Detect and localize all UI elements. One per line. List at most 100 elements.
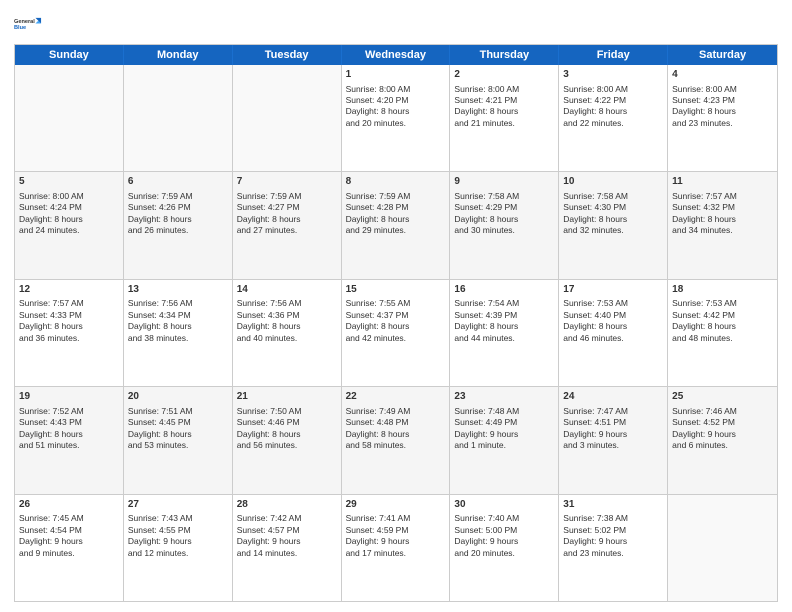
day-info-line: Sunset: 4:59 PM [346,525,446,536]
day-number: 25 [672,390,773,404]
day-info-line: Sunrise: 7:56 AM [237,298,337,309]
day-info-line: Daylight: 8 hours [19,214,119,225]
day-number: 8 [346,175,446,189]
day-info-line: Sunset: 4:30 PM [563,202,663,213]
day-number: 1 [346,68,446,82]
calendar-empty-cell [233,65,342,171]
calendar-day-cell: 19Sunrise: 7:52 AMSunset: 4:43 PMDayligh… [15,387,124,493]
day-number: 9 [454,175,554,189]
calendar-day-cell: 17Sunrise: 7:53 AMSunset: 4:40 PMDayligh… [559,280,668,386]
day-info-line: and 26 minutes. [128,225,228,236]
day-info-line: and 17 minutes. [346,548,446,559]
day-info-line: and 32 minutes. [563,225,663,236]
day-info-line: Sunrise: 7:51 AM [128,406,228,417]
day-number: 18 [672,283,773,297]
calendar-day-cell: 31Sunrise: 7:38 AMSunset: 5:02 PMDayligh… [559,495,668,601]
day-info-line: Sunrise: 7:38 AM [563,513,663,524]
day-info-line: Sunset: 4:22 PM [563,95,663,106]
day-info-line: Daylight: 8 hours [346,106,446,117]
day-info-line: Sunrise: 7:59 AM [128,191,228,202]
day-info-line: Sunrise: 8:00 AM [563,84,663,95]
calendar-day-cell: 20Sunrise: 7:51 AMSunset: 4:45 PMDayligh… [124,387,233,493]
day-info-line: Daylight: 8 hours [672,321,773,332]
day-info-line: Sunset: 4:57 PM [237,525,337,536]
page-header: GeneralBlue [14,10,778,38]
day-info-line: Sunrise: 8:00 AM [19,191,119,202]
day-number: 7 [237,175,337,189]
day-number: 29 [346,498,446,512]
day-number: 22 [346,390,446,404]
calendar-body: 1Sunrise: 8:00 AMSunset: 4:20 PMDaylight… [15,65,777,601]
day-info-line: Sunrise: 7:56 AM [128,298,228,309]
day-info-line: Daylight: 8 hours [563,321,663,332]
day-info-line: Daylight: 9 hours [19,536,119,547]
day-info-line: Sunrise: 7:53 AM [563,298,663,309]
day-info-line: Sunrise: 7:55 AM [346,298,446,309]
day-info-line: Daylight: 8 hours [128,321,228,332]
calendar-day-cell: 14Sunrise: 7:56 AMSunset: 4:36 PMDayligh… [233,280,342,386]
day-info-line: and 14 minutes. [237,548,337,559]
day-info-line: Daylight: 8 hours [672,214,773,225]
day-info-line: Sunset: 4:24 PM [19,202,119,213]
day-info-line: and 29 minutes. [346,225,446,236]
day-info-line: Sunrise: 8:00 AM [454,84,554,95]
day-number: 24 [563,390,663,404]
day-info-line: Daylight: 9 hours [454,429,554,440]
calendar-header-cell: Thursday [450,45,559,65]
calendar-day-cell: 1 Sunrise: 8:00 AMSunset: 4:20 PMDaylight… [342,65,451,171]
calendar-header-cell: Friday [559,45,668,65]
day-info-line: Sunset: 4:20 PM [346,95,446,106]
calendar-day-cell: 25Sunrise: 7:46 AMSunset: 4:52 PMDayligh… [668,387,777,493]
day-info-line: Sunrise: 7:48 AM [454,406,554,417]
calendar-header-cell: Tuesday [233,45,342,65]
day-info-line: Daylight: 9 hours [563,429,663,440]
day-info-line: Sunrise: 7:45 AM [19,513,119,524]
day-info-line: and 34 minutes. [672,225,773,236]
day-info-line: and 21 minutes. [454,118,554,129]
calendar-day-cell: 6Sunrise: 7:59 AMSunset: 4:26 PMDaylight… [124,172,233,278]
day-info-line: Daylight: 8 hours [237,321,337,332]
calendar-empty-cell [15,65,124,171]
day-info-line: and 56 minutes. [237,440,337,451]
day-info-line: Sunrise: 7:59 AM [237,191,337,202]
day-info-line: and 9 minutes. [19,548,119,559]
day-number: 31 [563,498,663,512]
calendar-day-cell: 27Sunrise: 7:43 AMSunset: 4:55 PMDayligh… [124,495,233,601]
day-info-line: Sunrise: 7:58 AM [563,191,663,202]
day-number: 16 [454,283,554,297]
day-info-line: Sunset: 4:33 PM [19,310,119,321]
day-info-line: Daylight: 8 hours [672,106,773,117]
day-info-line: Daylight: 8 hours [237,214,337,225]
day-info-line: Sunrise: 7:46 AM [672,406,773,417]
calendar-day-cell: 30Sunrise: 7:40 AMSunset: 5:00 PMDayligh… [450,495,559,601]
day-info-line: Sunset: 4:34 PM [128,310,228,321]
day-number: 26 [19,498,119,512]
day-info-line: and 40 minutes. [237,333,337,344]
calendar-day-cell: 21Sunrise: 7:50 AMSunset: 4:46 PMDayligh… [233,387,342,493]
day-info-line: and 30 minutes. [454,225,554,236]
day-info-line: Sunrise: 8:00 AM [346,84,446,95]
calendar-header-cell: Saturday [668,45,777,65]
day-info-line: and 23 minutes. [563,548,663,559]
calendar-empty-cell [124,65,233,171]
day-info-line: and 46 minutes. [563,333,663,344]
day-number: 11 [672,175,773,189]
day-info-line: Daylight: 9 hours [454,536,554,547]
day-info-line: Sunset: 5:02 PM [563,525,663,536]
day-number: 19 [19,390,119,404]
day-info-line: Sunset: 4:48 PM [346,417,446,428]
day-info-line: Sunset: 4:37 PM [346,310,446,321]
day-info-line: Daylight: 8 hours [346,214,446,225]
day-info-line: Daylight: 8 hours [128,429,228,440]
day-number: 14 [237,283,337,297]
day-info-line: Sunset: 4:29 PM [454,202,554,213]
day-info-line: Sunrise: 7:41 AM [346,513,446,524]
calendar-week-row: 26Sunrise: 7:45 AMSunset: 4:54 PMDayligh… [15,495,777,601]
day-info-line: and 44 minutes. [454,333,554,344]
day-number: 28 [237,498,337,512]
day-info-line: Daylight: 8 hours [19,321,119,332]
calendar-day-cell: 5Sunrise: 8:00 AMSunset: 4:24 PMDaylight… [15,172,124,278]
calendar: SundayMondayTuesdayWednesdayThursdayFrid… [14,44,778,602]
day-info-line: Sunset: 4:40 PM [563,310,663,321]
day-info-line: Sunset: 4:51 PM [563,417,663,428]
